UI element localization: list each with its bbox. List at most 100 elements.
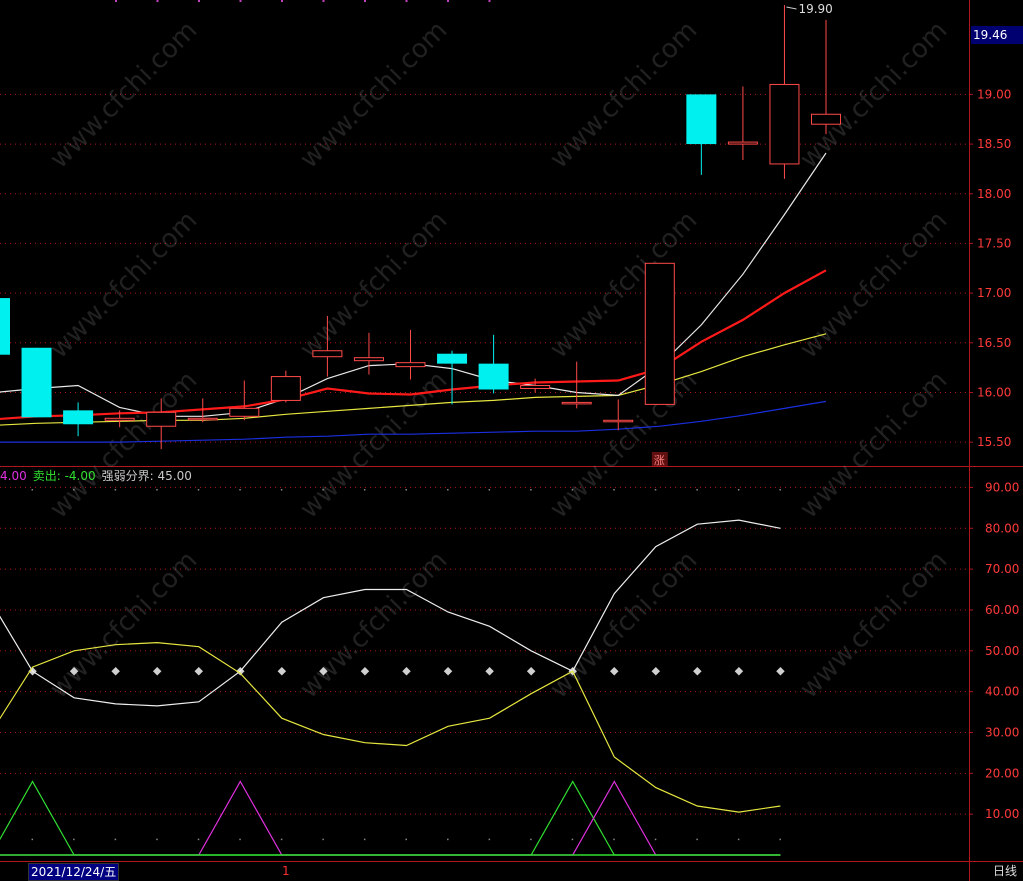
bottom-dot [779,838,781,841]
candle[interactable] [478,334,509,394]
candle[interactable] [520,378,551,393]
watermark: www.cfchi.com [44,545,203,704]
bottom-dot [363,838,366,841]
limit-up-label: 涨 [654,454,665,467]
indicator-tick-label: 90.00 [985,480,1019,494]
top-dot [737,489,740,491]
candle-body [270,376,301,401]
indicator-tick-label: 80.00 [985,521,1019,535]
bottom-dot [654,838,657,841]
top-dot [31,489,34,491]
boundary-dot [111,666,120,676]
cursor-date: 2021/12/24/五 [28,863,120,881]
candle-body [727,141,758,145]
watermark: www.cfchi.com [44,205,203,364]
candle[interactable] [561,361,592,409]
price-tick-label: 19.00 [977,87,1011,101]
indicator-tick-label: 40.00 [985,685,1019,699]
candle-body [478,363,509,390]
bottom-bar: 2021/12/24/五 1 日线 [0,861,1023,881]
high-price-label: 19.90 [798,2,832,16]
top-tick [405,0,408,2]
top-tick [447,0,449,2]
top-dot [613,489,615,491]
candle[interactable] [229,380,260,421]
top-dot [239,489,241,491]
candle[interactable] [395,329,426,380]
top-dot [114,489,117,491]
bottom-dot [114,838,117,841]
boundary-dot [194,666,203,676]
watermark: www.cfchi.com [544,205,703,364]
indicator-axis: 90.00 80.00 70.00 60.00 50.00 40.00 30.00 20.00… [969,480,1019,821]
candle-body [561,401,592,405]
period-label[interactable]: 日线 [993,863,1017,879]
boundary-dot [693,666,702,676]
bottom-dot [447,838,449,841]
watermark: www.cfchi.com [544,545,703,704]
boundary-dot [610,666,619,676]
bottom-dot [239,838,241,841]
candle[interactable] [21,347,52,418]
candle[interactable] [811,19,841,135]
price-tick-label: 16.00 [977,385,1011,399]
top-dot [73,489,75,491]
top-tick [115,0,117,2]
legend-boundary: 强弱分界: 45.00 [101,469,192,483]
candle[interactable] [727,86,758,160]
bottom-dot [613,838,615,841]
bottom-dot [696,838,698,841]
cursor-marker: 1 [282,864,290,878]
watermark: www.cfchi.com [44,15,203,174]
legend-sell-value: -4.00 [60,469,96,483]
candle-body [811,113,841,125]
candle-body [769,83,800,165]
bottom-dot [197,838,200,841]
bottom-dot [737,838,740,841]
price-tick-label: 17.50 [977,236,1011,250]
top-dot [363,489,366,491]
top-tick [198,0,200,2]
watermark: www.cfchi.com [294,545,453,704]
legend-buy-value: 4.00 [0,469,27,483]
top-dot [696,489,698,491]
candle-body [520,385,551,389]
candle[interactable] [0,298,10,355]
candle-body [644,262,675,405]
indicator-tick-label: 70.00 [985,562,1019,576]
candle[interactable] [686,94,717,175]
bottom-dot [280,838,283,841]
bottom-dot [571,838,574,841]
top-tick [156,0,159,2]
candle-body [395,362,426,368]
watermark: www.cfchi.com [294,365,453,524]
bottom-dot [488,838,491,841]
watermark: www.cfchi.com [794,205,953,364]
candle[interactable] [63,402,94,437]
candle[interactable] [644,262,675,405]
watermark: www.cfchi.com [44,365,203,524]
watermark: www.cfchi.com [794,545,953,704]
buy-signal-line [0,780,781,856]
candle[interactable] [769,4,800,179]
top-tick [488,0,491,2]
top-dot [280,489,283,491]
boundary-dot [152,666,162,676]
current-price-tag: 19.46 [971,26,1023,44]
top-dot [322,489,324,491]
price-tick-label: 15.50 [977,435,1011,449]
sell-signal-line [0,780,781,856]
top-dot [488,489,491,491]
price-axis: 19.00 18.50 18.00 17.50 17.00 16.50 16.00 15.50 [969,87,1011,449]
high-pointer [786,6,797,10]
boundary-dot [485,666,494,676]
candle-body [229,407,260,417]
boundary-dot [360,666,370,676]
top-tick [364,0,366,2]
stock-chart[interactable]: www.cfchi.com www.cfchi.com www.cfchi.com w… [0,0,1023,881]
boundary-dot [734,666,744,676]
indicator-tick-label: 50.00 [985,644,1019,658]
bottom-dot [31,838,34,841]
candle[interactable] [270,370,301,403]
watermark: www.cfchi.com [794,365,953,524]
